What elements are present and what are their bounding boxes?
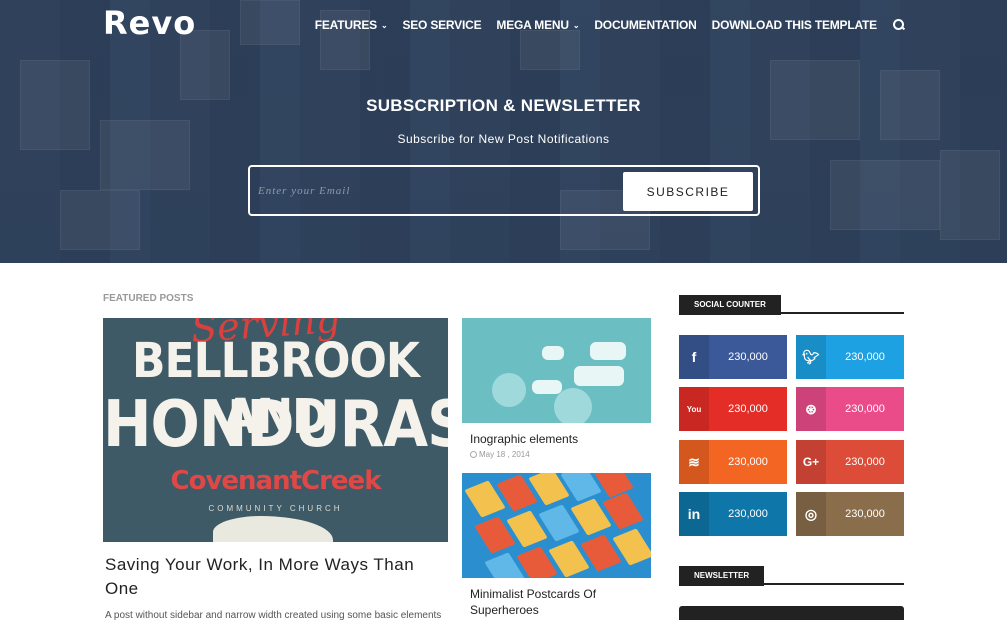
side-post: Inographic elements May 18 , 2014 (462, 318, 651, 459)
main-nav: FEATURES ⌄ SEO SERVICE MEGA MENU ⌄ DOCUM… (300, 18, 905, 32)
instagram-count: 230,000 (845, 508, 885, 520)
hero-subtitle: Subscribe for New Post Notifications (397, 132, 610, 146)
clock-icon (470, 451, 477, 458)
linkedin-icon: in (679, 492, 709, 536)
newsletter-title: NEWSLETTER (679, 566, 765, 586)
chevron-down-icon: ⌄ (572, 20, 580, 30)
linkedin-count: 230,000 (728, 508, 768, 520)
nav-documentation[interactable]: DOCUMENTATION (594, 18, 696, 32)
instagram-icon: ◎ (796, 492, 826, 536)
facebook-count: 230,000 (728, 351, 768, 363)
youtube-icon: You (679, 387, 709, 431)
side-post-title[interactable]: Minimalist Postcards Of Superheroes (470, 586, 651, 618)
side-post-title[interactable]: Inographic elements (470, 431, 651, 447)
image-text-covenant: CovenantCreek (170, 466, 382, 496)
facebook-counter[interactable]: f 230,000 (679, 335, 787, 379)
image-text-honduras: HONDURAS (103, 386, 448, 462)
nav-documentation-label: DOCUMENTATION (594, 18, 697, 32)
social-counter-grid: f 230,000 🐦︎ 230,000 You 230,000 ⊛ 230,0… (679, 335, 904, 537)
dribbble-icon: ⊛ (796, 387, 826, 431)
image-text-community: COMMUNITY CHURCH (208, 504, 343, 513)
featured-post-excerpt: A post without sidebar and narrow width … (105, 610, 442, 620)
rss-count: 230,000 (728, 456, 768, 468)
nav-features[interactable]: FEATURES ⌄ (315, 18, 388, 32)
post-date: May 18 , 2014 (470, 450, 651, 459)
nav-download-template-label: DOWNLOAD THIS TEMPLATE (711, 18, 878, 32)
newsletter-header: NEWSLETTER (679, 565, 904, 586)
google-plus-counter[interactable]: G+ 230,000 (796, 440, 904, 484)
nav-features-label: FEATURES (314, 18, 377, 32)
nav-mega-menu-label: MEGA MENU (496, 18, 569, 32)
dribbble-counter[interactable]: ⊛ 230,000 (796, 387, 904, 431)
side-post-thumbnail[interactable] (462, 473, 651, 578)
nav-seo-service-label: SEO SERVICE (402, 18, 482, 32)
social-counter-title: SOCIAL COUNTER (679, 295, 781, 315)
hero-banner: Revo FEATURES ⌄ SEO SERVICE MEGA MENU ⌄ … (0, 0, 1007, 263)
nav-download-template[interactable]: DOWNLOAD THIS TEMPLATE (711, 18, 878, 32)
map-shape (213, 516, 333, 542)
subscribe-button[interactable]: SUBSCRIBE (623, 172, 753, 211)
subscribe-form: SUBSCRIBE (248, 165, 760, 216)
twitter-count: 230,000 (845, 351, 885, 363)
rss-icon: ≋ (679, 440, 709, 484)
social-counter-header: SOCIAL COUNTER (679, 294, 904, 315)
nav-mega-menu[interactable]: MEGA MENU ⌄ (496, 18, 579, 32)
newsletter-widget (679, 606, 904, 620)
instagram-counter[interactable]: ◎ 230,000 (796, 492, 904, 536)
side-post: Minimalist Postcards Of Superheroes (462, 473, 651, 618)
email-field[interactable] (258, 175, 618, 207)
linkedin-counter[interactable]: in 230,000 (679, 492, 787, 536)
side-post-thumbnail[interactable] (462, 318, 651, 423)
twitter-counter[interactable]: 🐦︎ 230,000 (796, 335, 904, 379)
dribbble-count: 230,000 (845, 403, 885, 415)
twitter-icon: 🐦︎ (796, 335, 826, 379)
google-plus-count: 230,000 (845, 456, 885, 468)
featured-post-image[interactable]: Serving BELLBROOK AND HONDURAS CovenantC… (103, 318, 448, 542)
youtube-count: 230,000 (728, 403, 768, 415)
hero-title: SUBSCRIPTION & NEWSLETTER (366, 96, 641, 115)
chevron-down-icon: ⌄ (380, 20, 388, 30)
google-plus-icon: G+ (796, 440, 826, 484)
search-icon[interactable] (893, 19, 905, 31)
rss-counter[interactable]: ≋ 230,000 (679, 440, 787, 484)
nav-seo-service[interactable]: SEO SERVICE (402, 18, 481, 32)
post-date-text: May 18 , 2014 (479, 450, 530, 459)
featured-posts-label: FEATURED POSTS (103, 293, 194, 304)
youtube-counter[interactable]: You 230,000 (679, 387, 787, 431)
facebook-icon: f (679, 335, 709, 379)
site-logo[interactable]: Revo (103, 4, 196, 42)
featured-post-title[interactable]: Saving Your Work, In More Ways Than One (105, 553, 445, 601)
